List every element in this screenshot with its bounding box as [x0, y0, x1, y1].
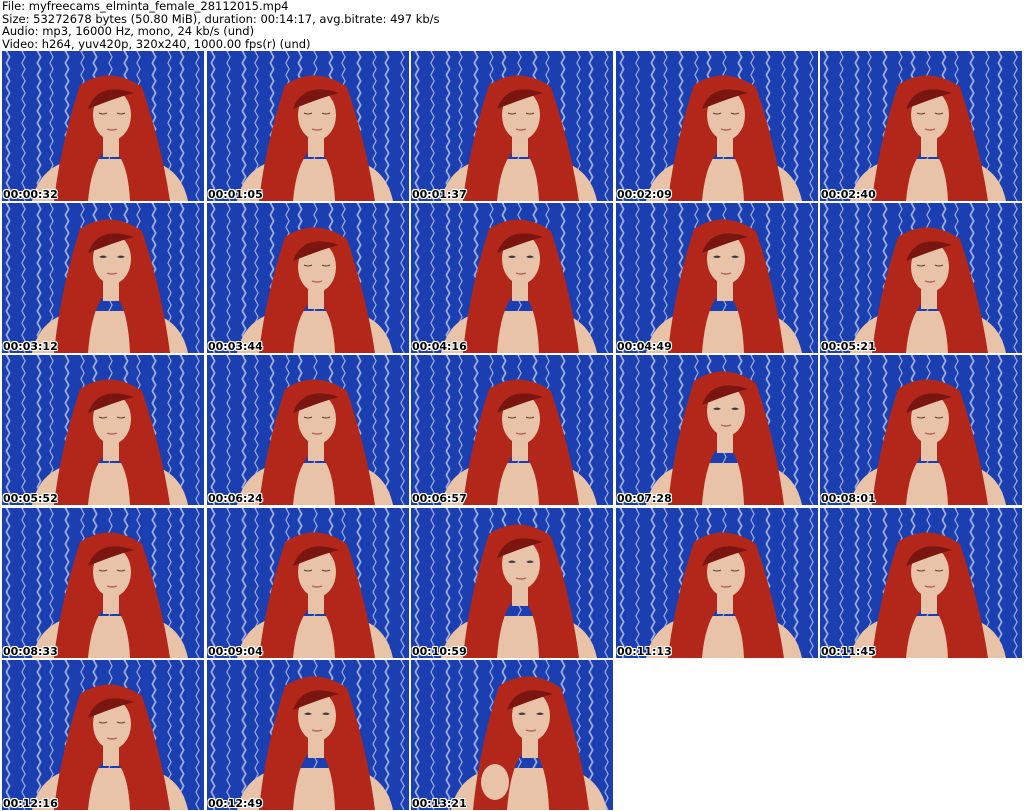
video-thumbnail: 00:09:04 — [207, 508, 409, 658]
thumbnail-frame-image — [616, 355, 818, 505]
video-thumbnail: 00:06:24 — [207, 355, 409, 505]
thumbnail-timestamp: 00:07:28 — [617, 492, 672, 505]
video-thumbnail: 00:13:21 — [411, 660, 613, 810]
video-thumbnail: 00:01:37 — [411, 51, 613, 201]
video-thumbnail: 00:07:28 — [616, 355, 818, 505]
thumbnail-frame-image — [411, 355, 613, 505]
video-thumbnail: 00:02:09 — [616, 51, 818, 201]
video-thumbnail: 00:03:44 — [207, 203, 409, 353]
video-thumbnail: 00:04:16 — [411, 203, 613, 353]
thumbnail-frame-image — [820, 203, 1022, 353]
thumbnail-timestamp: 00:08:33 — [3, 645, 58, 658]
video-thumbnail: 00:08:33 — [2, 508, 204, 658]
thumbnail-timestamp: 00:06:57 — [412, 492, 467, 505]
file-name-line: File: myfreecams_elminta_female_28112015… — [2, 0, 289, 13]
video-thumbnail: 00:00:32 — [2, 51, 204, 201]
thumbnail-timestamp: 00:11:45 — [821, 645, 876, 658]
thumbnail-timestamp: 00:04:16 — [412, 340, 467, 353]
thumbnail-timestamp: 00:03:44 — [208, 340, 263, 353]
thumbnail-timestamp: 00:05:21 — [821, 340, 876, 353]
thumbnail-frame-image — [616, 508, 818, 658]
thumbnail-frame-image — [2, 660, 204, 810]
video-thumbnail: 00:12:16 — [2, 660, 204, 810]
thumbnail-timestamp: 00:08:01 — [821, 492, 876, 505]
thumbnail-timestamp: 00:01:37 — [412, 188, 467, 201]
thumbnail-frame-image — [207, 660, 409, 810]
video-thumbnail: 00:01:05 — [207, 51, 409, 201]
thumbnail-frame-image — [207, 508, 409, 658]
video-thumbnail: 00:04:49 — [616, 203, 818, 353]
thumbnail-timestamp: 00:12:16 — [3, 797, 58, 810]
thumbnail-timestamp: 00:03:12 — [3, 340, 58, 353]
thumbnail-frame-image — [820, 508, 1022, 658]
thumbnail-grid: 00:00:32 00:01:05 00:01:37 00:02:09 00:02:40… — [2, 51, 1024, 811]
thumbnail-frame-image — [411, 51, 613, 201]
thumbnail-timestamp: 00:00:32 — [3, 188, 58, 201]
video-info-line: Video: h264, yuv420p, 320x240, 1000.00 f… — [2, 36, 311, 51]
thumbnail-timestamp: 00:01:05 — [208, 188, 263, 201]
thumbnail-frame-image — [207, 355, 409, 505]
thumbnail-frame-image — [411, 508, 613, 658]
video-thumbnail: 00:12:49 — [207, 660, 409, 810]
thumbnail-timestamp: 00:13:21 — [412, 797, 467, 810]
thumbnail-timestamp: 00:11:13 — [617, 645, 672, 658]
thumbnail-timestamp: 00:02:09 — [617, 188, 672, 201]
video-thumbnail: 00:11:13 — [616, 508, 818, 658]
thumbnail-frame-image — [411, 203, 613, 353]
thumbnail-frame-image — [820, 51, 1022, 201]
thumbnail-frame-image — [207, 51, 409, 201]
video-thumbnail: 00:06:57 — [411, 355, 613, 505]
video-thumbnail: 00:02:40 — [820, 51, 1022, 201]
thumbnail-timestamp: 00:04:49 — [617, 340, 672, 353]
video-thumbnail: 00:05:21 — [820, 203, 1022, 353]
video-thumbnail: 00:10:59 — [411, 508, 613, 658]
thumbnail-frame-image — [2, 355, 204, 505]
thumbnail-timestamp: 00:05:52 — [3, 492, 58, 505]
thumbnail-frame-image — [820, 355, 1022, 505]
video-thumbnail: 00:05:52 — [2, 355, 204, 505]
thumbnail-timestamp: 00:09:04 — [208, 645, 263, 658]
thumbnail-frame-image — [207, 203, 409, 353]
file-info-header: File: myfreecams_elminta_female_28112015… — [2, 0, 1022, 50]
audio-info-line: Audio: mp3, 16000 Hz, mono, 24 kb/s (und… — [2, 24, 255, 38]
thumbnail-timestamp: 00:06:24 — [208, 492, 263, 505]
thumbnail-frame-image — [616, 51, 818, 201]
thumbnail-frame-image — [2, 203, 204, 353]
thumbnail-timestamp: 00:02:40 — [821, 188, 876, 201]
thumbnail-timestamp: 00:12:49 — [208, 797, 263, 810]
thumbnail-frame-image — [411, 660, 613, 810]
thumbnail-frame-image — [2, 508, 204, 658]
thumbnail-frame-image — [616, 203, 818, 353]
video-thumbnail: 00:08:01 — [820, 355, 1022, 505]
thumbnail-frame-image — [2, 51, 204, 201]
thumbnail-timestamp: 00:10:59 — [412, 645, 467, 658]
video-thumbnail: 00:03:12 — [2, 203, 204, 353]
video-thumbnail: 00:11:45 — [820, 508, 1022, 658]
